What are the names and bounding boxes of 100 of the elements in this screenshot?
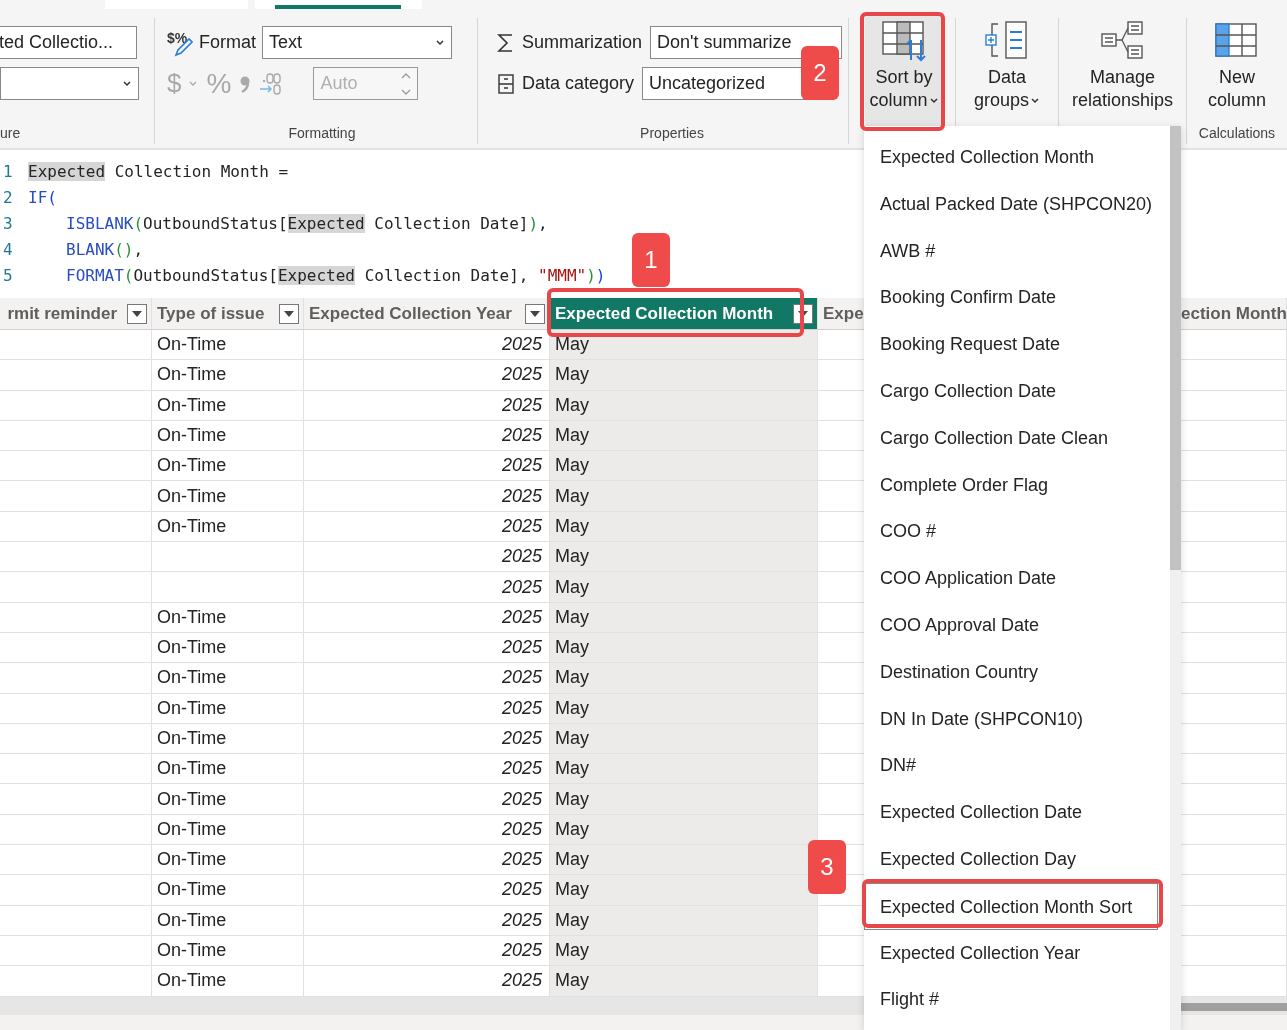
column-header[interactable]: Expected Collection Month xyxy=(550,298,818,329)
table-cell: On-Time xyxy=(157,940,227,962)
decimal-arrow-icon xyxy=(259,71,284,96)
chevron-icon xyxy=(189,80,199,87)
line-number: 4 xyxy=(2,239,14,261)
table-cell: May xyxy=(555,758,589,780)
menu-item[interactable]: COO Approval Date xyxy=(864,601,1170,649)
table-cell: 2025 xyxy=(501,546,542,568)
menu-item[interactable]: Booking Request Date xyxy=(864,321,1170,368)
menu-item[interactable]: Cargo Collection Date Clean xyxy=(864,414,1170,462)
table-cell: On-Time xyxy=(157,697,227,719)
table-cell: On-Time xyxy=(157,334,227,356)
table-cell: May xyxy=(555,879,589,901)
ribbon-button[interactable]: Data groups xyxy=(973,66,1040,112)
table-cell: On-Time xyxy=(157,455,227,477)
scrollbar-thumb[interactable] xyxy=(1181,1003,1287,1011)
table-cell: May xyxy=(555,425,589,447)
line-number: 2 xyxy=(2,187,14,209)
table-cell: 2025 xyxy=(501,758,542,780)
vertical-scrollbar[interactable] xyxy=(1170,126,1181,1030)
data-category-label: Data category xyxy=(522,73,635,94)
table-cell: May xyxy=(555,364,589,386)
table-dropdown[interactable] xyxy=(0,67,139,100)
table-cell: 2025 xyxy=(501,425,542,447)
table-cell: On-Time xyxy=(157,637,227,659)
table-cell: 2025 xyxy=(501,515,542,537)
callout-tooltip: 3 xyxy=(808,840,846,894)
table-cell: 2025 xyxy=(501,364,542,386)
table-cell: On-Time xyxy=(157,425,227,447)
ribbon-tab[interactable] xyxy=(255,0,422,9)
menu-item[interactable]: DN In Date (SHPCON10) xyxy=(864,695,1170,743)
menu-item[interactable]: Complete Order Flag xyxy=(864,461,1170,509)
menu-item[interactable]: Expected Collection Year xyxy=(864,929,1170,977)
table-cell: 2025 xyxy=(501,334,542,356)
chevron-icon xyxy=(436,39,445,46)
code-line: FORMAT(OutboundStatus[Expected Collection Date], "MMM")) xyxy=(65,265,606,287)
menu-item[interactable]: Cargo Collection Date xyxy=(864,368,1170,415)
table-cell: On-Time xyxy=(157,970,227,992)
table-cell: On-Time xyxy=(157,758,227,780)
group-label: Formatting xyxy=(287,124,357,143)
format-dropdown[interactable]: Text xyxy=(262,26,452,59)
table-cell: May xyxy=(555,334,589,356)
filter-dropdown-icon xyxy=(127,303,147,324)
summarization-dropdown[interactable]: Don't summarize xyxy=(650,26,843,59)
table-cell: 2025 xyxy=(501,606,542,628)
ribbon-button[interactable]: New column xyxy=(1208,66,1266,112)
table-cell: May xyxy=(555,455,589,477)
table-cell: May xyxy=(555,788,589,810)
table-cell: 2025 xyxy=(501,788,542,810)
callout-tooltip: 2 xyxy=(801,46,839,100)
menu-item[interactable]: COO Application Date xyxy=(864,555,1170,602)
line-number: 1 xyxy=(2,161,14,183)
column-header[interactable]: Type of issue xyxy=(152,298,304,329)
table-cell: May xyxy=(555,970,589,992)
line-number: 5 xyxy=(2,265,14,287)
menu-item[interactable]: Actual Packed Date (SHPCON20) xyxy=(864,180,1170,228)
table-cell: May xyxy=(555,606,589,628)
column-header[interactable]: rmit reminder xyxy=(0,298,152,329)
table-cell: On-Time xyxy=(157,394,227,416)
table-cell: 2025 xyxy=(501,940,542,962)
callout-tooltip: 1 xyxy=(632,233,670,287)
filter-dropdown-icon xyxy=(279,303,299,324)
table-cell: 2025 xyxy=(501,667,542,689)
table-cell: On-Time xyxy=(157,606,227,628)
table-cell: On-Time xyxy=(157,788,227,810)
table-cell: On-Time xyxy=(157,485,227,507)
column-header[interactable]: Expected Collection Year xyxy=(304,298,550,329)
table-cell: May xyxy=(555,818,589,840)
ribbon-button[interactable]: Manage relationships xyxy=(1071,66,1174,112)
chevron-icon xyxy=(123,80,132,87)
table-cell: On-Time xyxy=(157,728,227,749)
menu-item[interactable]: COO # xyxy=(864,508,1170,556)
scrollbar-thumb[interactable] xyxy=(1170,126,1181,570)
table-cell: 2025 xyxy=(501,909,542,931)
table-cell: May xyxy=(555,940,589,962)
table-cell: May xyxy=(555,485,589,507)
code-line: ISBLANK(OutboundStatus[Expected Collection Date]), xyxy=(65,213,548,235)
code-line: Expected Collection Month = xyxy=(28,161,289,183)
menu-item[interactable]: Expected Collection Day xyxy=(864,835,1170,883)
data-groups-icon xyxy=(984,20,1030,62)
sort-table-icon xyxy=(881,20,927,62)
menu-item[interactable]: Expected Collection Date xyxy=(864,789,1170,836)
name-field[interactable]: ted Collectio... xyxy=(0,26,137,59)
table-cell: On-Time xyxy=(157,515,227,537)
table-cell: On-Time xyxy=(157,879,227,901)
table-cell: On-Time xyxy=(157,849,227,871)
table-cell: 2025 xyxy=(501,485,542,507)
table-cell: 2025 xyxy=(501,697,542,719)
menu-item[interactable]: Destination Country xyxy=(864,648,1170,696)
menu-item[interactable]: DN# xyxy=(864,742,1170,790)
menu-item[interactable]: AWB # xyxy=(864,227,1170,275)
table-cell: 2025 xyxy=(501,818,542,840)
table-cell: 2025 xyxy=(501,576,542,598)
menu-item[interactable]: Flight # xyxy=(864,976,1170,1024)
menu-item[interactable]: Expected Collection Month Sort xyxy=(864,882,1158,930)
table-cell: May xyxy=(555,849,589,871)
table-cell: 2025 xyxy=(501,728,542,749)
cabinet-icon xyxy=(496,72,516,95)
table-cell: On-Time xyxy=(157,818,227,840)
relationships-icon xyxy=(1099,20,1146,62)
